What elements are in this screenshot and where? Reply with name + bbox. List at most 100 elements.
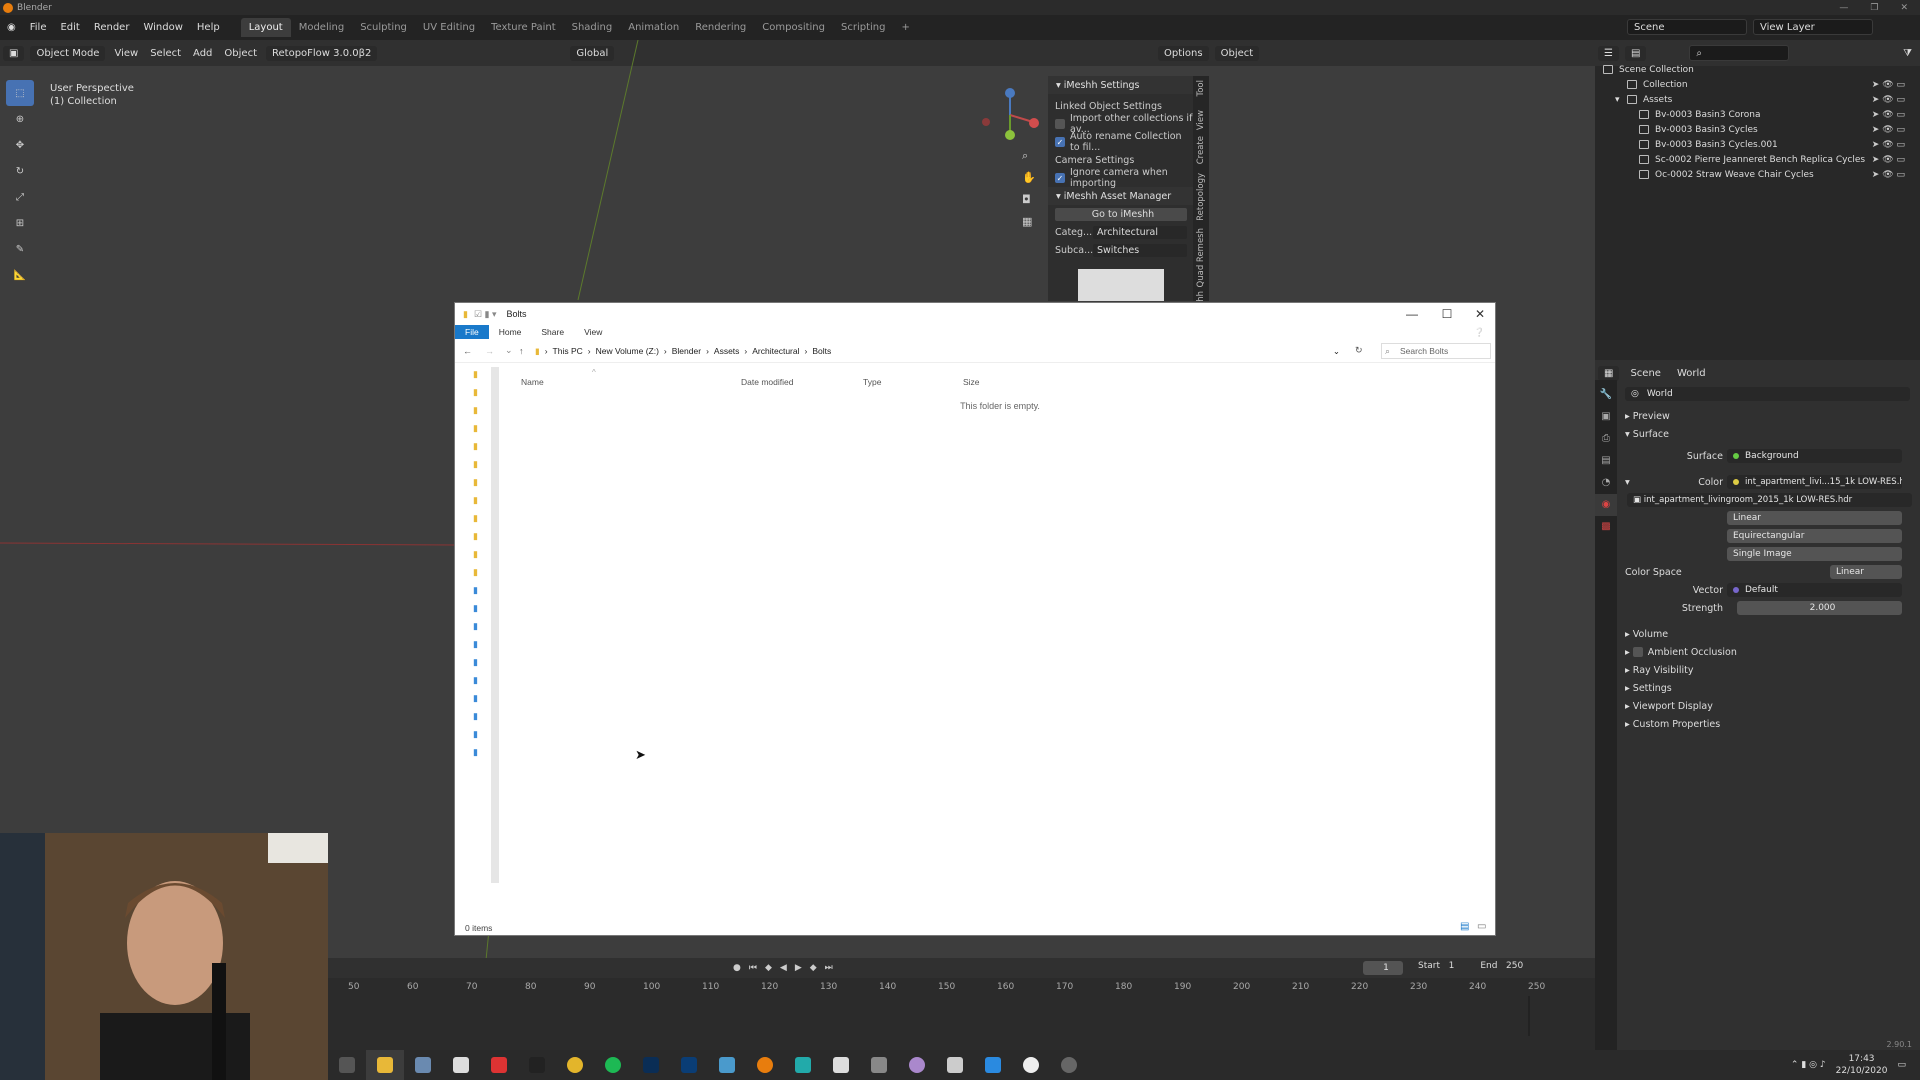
- menu-file[interactable]: File: [23, 22, 54, 33]
- ribbon-share-tab[interactable]: Share: [531, 327, 574, 337]
- recent-dropdown-icon[interactable]: ⌄: [505, 345, 513, 356]
- nav-folder-icon[interactable]: ▮: [473, 509, 491, 527]
- tray-icons[interactable]: ⌃ ▮ ◎ ♪: [1791, 1060, 1826, 1070]
- timeline[interactable]: ● ⏮ ◆ ◀ ▶ ◆ ⏭ 1 Start 1 End 250 50 60 70 80…: [328, 958, 1595, 1050]
- blender-menu-icon[interactable]: ◉: [0, 22, 23, 33]
- list-item[interactable]: Sc-0002 Pierre Jeanneret Bench Replica C…: [1603, 152, 1913, 167]
- nav-folder-icon[interactable]: ▮: [473, 437, 491, 455]
- projection-dropdown[interactable]: Equirectangular: [1727, 529, 1902, 543]
- github-icon[interactable]: [898, 1050, 936, 1080]
- menu-window[interactable]: Window: [136, 22, 189, 33]
- play-icon[interactable]: ▶: [795, 963, 802, 973]
- list-item[interactable]: Bv-0003 Basin3 Corona ➤ 👁 ▭: [1603, 107, 1913, 122]
- image-datablock[interactable]: ▣ int_apartment_livingroom_2015_1k LOW-R…: [1627, 493, 1912, 507]
- nav-folder-icon[interactable]: ▮: [473, 545, 491, 563]
- ignore-camera-checkbox[interactable]: ✓ Ignore camera when importing: [1048, 167, 1193, 189]
- grid-view-icon[interactable]: ▦: [1022, 211, 1038, 233]
- list-item[interactable]: ▾ Assets ➤ 👁 ▭: [1603, 92, 1913, 107]
- tab-layout[interactable]: Layout: [240, 18, 291, 37]
- visibility-icons[interactable]: ➤ 👁 ▭: [1872, 125, 1905, 135]
- column-date-modified[interactable]: Date modified: [741, 377, 793, 387]
- cursor-tool-icon[interactable]: ⊕: [6, 106, 34, 132]
- world-tab-icon[interactable]: ◉: [1595, 494, 1617, 516]
- nav-folder-icon[interactable]: ▮: [473, 689, 491, 707]
- back-icon[interactable]: ←: [463, 346, 472, 356]
- display-mode-icon[interactable]: ▤: [1624, 45, 1647, 61]
- color-dropdown[interactable]: int_apartment_livi...15_1k LOW-RES.hdr: [1727, 475, 1902, 489]
- add-workspace-button[interactable]: +: [893, 18, 917, 37]
- nav-folder-icon[interactable]: ▮: [473, 743, 491, 761]
- select-tool-icon[interactable]: ⬚: [6, 80, 34, 106]
- tool-tab-icon[interactable]: 🔧: [1595, 384, 1617, 406]
- app-icon[interactable]: [442, 1050, 480, 1080]
- column-name[interactable]: Name: [521, 377, 544, 387]
- tab-tool[interactable]: Tool: [1196, 80, 1206, 97]
- play-reverse-icon[interactable]: ◀: [780, 963, 787, 973]
- tab-compositing[interactable]: Compositing: [754, 18, 833, 37]
- vscode-icon[interactable]: [974, 1050, 1012, 1080]
- nav-folder-icon[interactable]: ▮: [473, 599, 491, 617]
- preview-section[interactable]: ▸ Preview: [1625, 407, 1913, 425]
- imeshh-settings-header[interactable]: ▾ iMeshh Settings: [1048, 76, 1193, 94]
- column-type[interactable]: Type: [863, 377, 881, 387]
- crumb-this-pc[interactable]: This PC: [553, 346, 583, 356]
- pan-hand-icon[interactable]: ✋: [1022, 167, 1038, 189]
- details-view-icon[interactable]: ▤: [1460, 921, 1469, 932]
- output-tab-icon[interactable]: ⎙: [1595, 428, 1617, 450]
- nav-folder-icon[interactable]: ▮: [473, 581, 491, 599]
- visibility-icons[interactable]: ➤ 👁 ▭: [1872, 95, 1905, 105]
- tab-quad-remesh[interactable]: Quad Remesh: [1196, 228, 1206, 287]
- nav-folder-icon[interactable]: ▮: [473, 653, 491, 671]
- tab-shading[interactable]: Shading: [564, 18, 621, 37]
- scene-tab-icon[interactable]: ◔: [1595, 472, 1617, 494]
- navigation-pane[interactable]: ▮ ▮ ▮ ▮ ▮ ▮ ▮ ▮ ▮ ▮ ▮ ▮ ▮ ▮ ▮ ▮ ▮ ▮ ▮ ▮ ▮ ▮: [465, 365, 501, 885]
- tab-animation[interactable]: Animation: [620, 18, 687, 37]
- surface-section[interactable]: ▾ Surface: [1625, 425, 1913, 443]
- category-dropdown[interactable]: Architectural: [1093, 225, 1187, 239]
- section-custom-properties[interactable]: ▸ Custom Properties: [1625, 715, 1913, 733]
- asset-manager-header[interactable]: ▾ iMeshh Asset Manager: [1048, 187, 1193, 205]
- app-icon[interactable]: [860, 1050, 898, 1080]
- tab-create[interactable]: Create: [1196, 136, 1206, 164]
- outliner-search-input[interactable]: ⌕: [1689, 45, 1790, 61]
- scene-selector[interactable]: Scene: [1627, 19, 1747, 35]
- surface-dropdown[interactable]: Background: [1727, 449, 1902, 463]
- nav-folder-icon[interactable]: ▮: [473, 707, 491, 725]
- app-icon[interactable]: [480, 1050, 518, 1080]
- tiles-view-icon[interactable]: ▭: [1477, 921, 1486, 932]
- spotify-icon[interactable]: [594, 1050, 632, 1080]
- transform-tool-icon[interactable]: ⊞: [6, 210, 34, 236]
- section-viewport-display[interactable]: ▸ Viewport Display: [1625, 697, 1913, 715]
- menu-help[interactable]: Help: [190, 22, 227, 33]
- crumb-architectural[interactable]: Architectural: [752, 346, 799, 356]
- section-ambient-occlusion[interactable]: ▸ Ambient Occlusion: [1625, 643, 1913, 661]
- visibility-icons[interactable]: ➤ 👁 ▭: [1872, 155, 1905, 165]
- tab-rendering[interactable]: Rendering: [687, 18, 754, 37]
- move-tool-icon[interactable]: ✥: [6, 132, 34, 158]
- navigation-gizmo-icon[interactable]: [980, 85, 1040, 145]
- nav-folder-icon[interactable]: ▮: [473, 419, 491, 437]
- forward-icon[interactable]: →: [485, 346, 494, 356]
- file-explorer-icon[interactable]: [366, 1050, 404, 1080]
- interpolation-dropdown[interactable]: Linear: [1727, 511, 1902, 525]
- section-volume[interactable]: ▸ Volume: [1625, 625, 1913, 643]
- photoshop-icon[interactable]: [670, 1050, 708, 1080]
- app-icon[interactable]: [708, 1050, 746, 1080]
- filter-icon[interactable]: ⧩: [1903, 48, 1920, 59]
- minimize-icon[interactable]: —: [1395, 303, 1429, 325]
- subcategory-dropdown[interactable]: Switches: [1093, 243, 1187, 257]
- nav-folder-icon[interactable]: ▮: [473, 455, 491, 473]
- nav-folder-icon[interactable]: ▮: [473, 491, 491, 509]
- ribbon-home-tab[interactable]: Home: [489, 327, 532, 337]
- measure-tool-icon[interactable]: 📐: [6, 262, 34, 288]
- quick-access-icons[interactable]: ☑ ▮ ▾: [474, 309, 497, 320]
- maximize-icon[interactable]: ☐: [1430, 303, 1464, 325]
- notifications-icon[interactable]: ▭: [1897, 1060, 1906, 1070]
- start-field[interactable]: Start 1: [1418, 961, 1454, 971]
- app-icon[interactable]: [936, 1050, 974, 1080]
- checkbox-icon[interactable]: [1632, 647, 1643, 657]
- clock[interactable]: 17:43 22/10/2020: [1836, 1053, 1888, 1077]
- tab-modeling[interactable]: Modeling: [291, 18, 353, 37]
- tab-view[interactable]: View: [1196, 110, 1206, 130]
- record-icon[interactable]: ●: [733, 963, 741, 973]
